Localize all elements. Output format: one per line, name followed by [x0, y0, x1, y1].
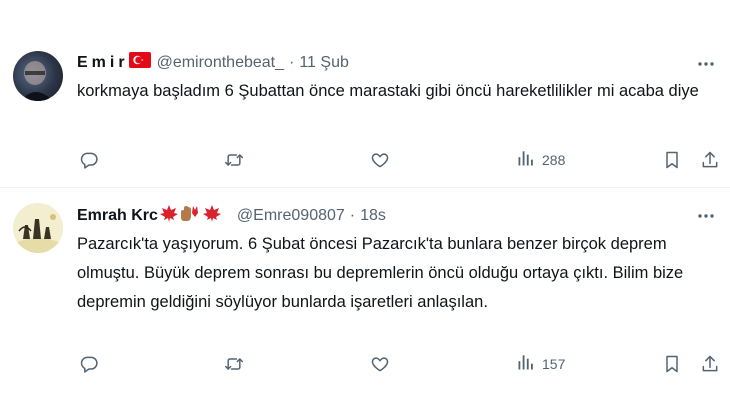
heart-icon[interactable] — [370, 352, 390, 376]
timestamp[interactable]: 11 Şub — [299, 54, 349, 72]
share-icon[interactable] — [700, 148, 720, 172]
bookmark-icon[interactable] — [662, 148, 682, 172]
display-name[interactable]: Emir — [77, 54, 129, 72]
views-count: 288 — [542, 152, 566, 168]
tweet-actions: 157 — [0, 352, 730, 376]
share-icon[interactable] — [700, 352, 720, 376]
retweet-icon[interactable] — [224, 352, 244, 376]
user-handle[interactable]: @Emre090807 — [237, 207, 345, 225]
retweet-icon[interactable] — [224, 148, 244, 172]
tweet-2[interactable]: Emrah Krc @Emre090807 · 18s Pazarcık'ta … — [0, 188, 730, 420]
more-icon[interactable] — [696, 206, 716, 226]
views-button[interactable]: 157 — [516, 352, 565, 376]
separator-dot: · — [349, 206, 356, 224]
separator-dot: · — [289, 53, 295, 71]
tweet-text: korkmaya başladım 6 Şubattan önce marast… — [77, 82, 699, 100]
reply-icon[interactable] — [79, 352, 99, 376]
avatar[interactable] — [13, 203, 63, 253]
views-icon — [516, 352, 536, 377]
tweet-header: Emrah Krc @Emre090807 · 18s — [77, 204, 386, 227]
heart-icon[interactable] — [370, 148, 390, 172]
name-emojis — [159, 204, 231, 227]
user-handle[interactable]: @emironthebeat_ — [157, 54, 284, 72]
tweet-text: Pazarcık'ta yaşıyorum. 6 Şubat öncesi Pa… — [77, 235, 684, 311]
tweet-1[interactable]: Emir @emironthebeat_ · 11 Şub korkmaya b… — [0, 0, 730, 187]
tweet-header: Emir @emironthebeat_ · 11 Şub — [77, 52, 349, 73]
more-icon[interactable] — [696, 54, 716, 74]
tweet-actions: 288 — [0, 148, 730, 172]
views-count: 157 — [542, 356, 566, 372]
views-button[interactable]: 288 — [516, 148, 565, 172]
turkey-flag-icon — [128, 52, 151, 73]
maple-leaf-icon — [159, 205, 221, 222]
views-icon — [516, 148, 536, 173]
bookmark-icon[interactable] — [662, 352, 682, 376]
avatar[interactable] — [13, 51, 63, 101]
display-name[interactable]: Emrah Krc — [77, 207, 158, 225]
timestamp[interactable]: 18s — [360, 207, 386, 225]
reply-icon[interactable] — [79, 148, 99, 172]
